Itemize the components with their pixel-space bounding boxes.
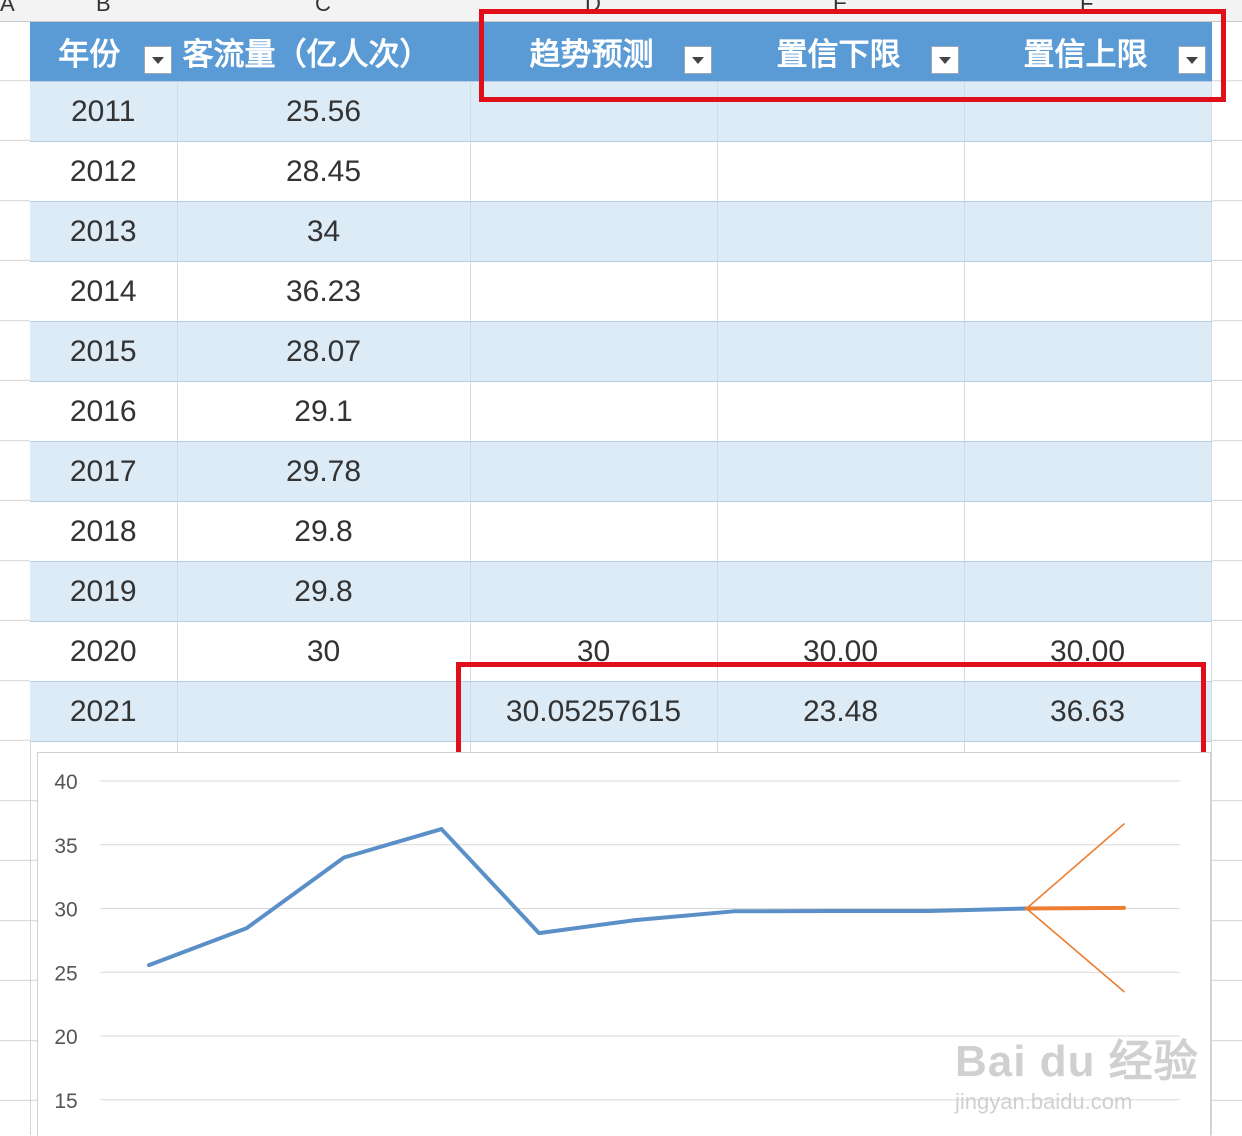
- y-tick-label: 20: [54, 1026, 77, 1049]
- y-tick-label: 30: [54, 899, 77, 922]
- column-letter-a[interactable]: A: [0, 0, 15, 17]
- cell-year[interactable]: 2021: [30, 681, 178, 742]
- cell-upper-bound[interactable]: [964, 261, 1212, 322]
- cell-year[interactable]: 2020: [30, 621, 178, 682]
- cell-year[interactable]: 2011: [30, 81, 178, 142]
- cell-year[interactable]: 2018: [30, 501, 178, 562]
- y-tick-label: 25: [54, 962, 77, 985]
- series-line-2: [1025, 907, 1125, 993]
- cell-year[interactable]: 2019: [30, 561, 178, 622]
- cell-passenger-flow[interactable]: 29.1: [177, 381, 471, 442]
- cell-trend-forecast[interactable]: [470, 501, 718, 562]
- cell-passenger-flow[interactable]: [177, 681, 471, 742]
- cell-upper-bound[interactable]: [964, 321, 1212, 382]
- cell-trend-forecast[interactable]: [470, 141, 718, 202]
- y-tick-label: 40: [54, 771, 77, 794]
- cell-passenger-flow[interactable]: 25.56: [177, 81, 471, 142]
- chart-canvas: 40 35 30 25 20 15: [54, 771, 1180, 1113]
- cell-lower-bound[interactable]: [717, 501, 965, 562]
- cell-lower-bound[interactable]: [717, 201, 965, 262]
- header-cell-year[interactable]: 年份: [30, 22, 178, 82]
- cell-trend-forecast[interactable]: [470, 321, 718, 382]
- line-chart[interactable]: 40 35 30 25 20 15: [37, 752, 1211, 1136]
- table-row: 2013 34: [30, 201, 1212, 262]
- cell-upper-bound[interactable]: [964, 561, 1212, 622]
- table-row: 2015 28.07: [30, 321, 1212, 382]
- cell-trend-forecast[interactable]: [470, 441, 718, 502]
- table-row: 2018 29.8: [30, 501, 1212, 562]
- cell-lower-bound[interactable]: [717, 141, 965, 202]
- cell-year[interactable]: 2017: [30, 441, 178, 502]
- column-letter-b[interactable]: B: [96, 0, 111, 17]
- cell-upper-bound[interactable]: [964, 141, 1212, 202]
- cell-lower-bound[interactable]: [717, 381, 965, 442]
- cell-upper-bound[interactable]: [964, 501, 1212, 562]
- column-letter-c[interactable]: C: [315, 0, 331, 17]
- cell-upper-bound[interactable]: [964, 441, 1212, 502]
- y-tick-label: 15: [54, 1090, 77, 1113]
- series-line-0: [147, 827, 1029, 968]
- cell-year[interactable]: 2012: [30, 141, 178, 202]
- table-row: 2016 29.1: [30, 381, 1212, 442]
- cell-upper-bound[interactable]: [964, 201, 1212, 262]
- cell-year[interactable]: 2013: [30, 201, 178, 262]
- cell-trend-forecast[interactable]: [470, 561, 718, 622]
- cell-passenger-flow[interactable]: 29.8: [177, 501, 471, 562]
- cell-lower-bound[interactable]: [717, 321, 965, 382]
- cell-passenger-flow[interactable]: 28.07: [177, 321, 471, 382]
- header-label: 客流量（亿人次）: [182, 37, 431, 73]
- table-row: 2019 29.8: [30, 561, 1212, 622]
- cell-year[interactable]: 2015: [30, 321, 178, 382]
- series-line-3: [1025, 823, 1125, 910]
- cell-year[interactable]: 2016: [30, 381, 178, 442]
- header-cell-passenger-flow[interactable]: 客流量（亿人次）: [177, 22, 614, 82]
- table-row: 2012 28.45: [30, 141, 1212, 202]
- cell-trend-forecast[interactable]: [470, 381, 718, 442]
- data-table: 年份 客流量（亿人次） 趋势预测 置信下限 置信上限 2011 25.56 2012…: [30, 22, 1212, 742]
- cell-passenger-flow[interactable]: 28.45: [177, 141, 471, 202]
- cell-passenger-flow[interactable]: 34: [177, 201, 471, 262]
- series-line-1: [1024, 905, 1126, 911]
- filter-dropdown-icon[interactable]: [144, 46, 172, 74]
- cell-passenger-flow[interactable]: 29.78: [177, 441, 471, 502]
- table-row: 2014 36.23: [30, 261, 1212, 322]
- cell-upper-bound[interactable]: [964, 381, 1212, 442]
- cell-trend-forecast[interactable]: [470, 261, 718, 322]
- cell-year[interactable]: 2014: [30, 261, 178, 322]
- cell-passenger-flow[interactable]: 30: [177, 621, 471, 682]
- highlight-box-header: [479, 9, 1226, 102]
- cell-passenger-flow[interactable]: 29.8: [177, 561, 471, 622]
- cell-lower-bound[interactable]: [717, 561, 965, 622]
- cell-passenger-flow[interactable]: 36.23: [177, 261, 471, 322]
- table-row: 2017 29.78: [30, 441, 1212, 502]
- table-body: 2011 25.56 2012 28.45 2013 34 2014 36.23 2015 28.…: [30, 81, 1212, 742]
- y-tick-label: 35: [54, 835, 77, 858]
- header-label: 年份: [58, 37, 121, 73]
- cell-lower-bound[interactable]: [717, 261, 965, 322]
- cell-lower-bound[interactable]: [717, 441, 965, 502]
- cell-trend-forecast[interactable]: [470, 201, 718, 262]
